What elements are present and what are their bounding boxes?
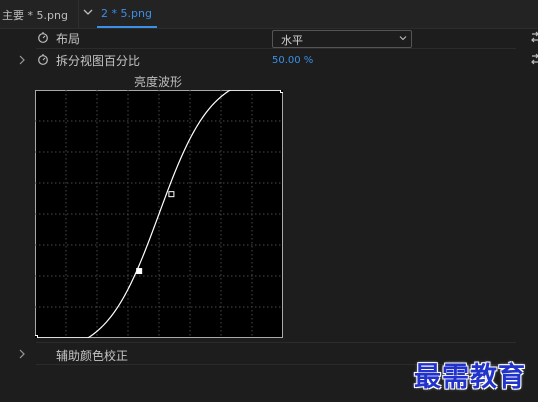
chevron-right-icon[interactable] [18,349,26,359]
tab-divider [78,0,79,28]
reset-icon[interactable] [530,52,538,66]
tab-main[interactable]: 主要 * 5.png [2,7,68,23]
curve-control-point[interactable] [280,90,284,93]
watermark-text: 最需教育 [414,362,526,393]
tab-bar: 主要 * 5.png 2 * 5.png [0,0,538,29]
curve-control-point[interactable] [136,268,143,275]
split-percent-value[interactable]: 50.00 % [272,55,313,66]
layout-select-value: 水平 [281,34,303,47]
layout-select[interactable]: 水平 [272,30,412,48]
layout-label: 布局 [56,32,81,46]
luma-curve-title: 亮度波形 [134,75,183,89]
stopwatch-icon[interactable] [37,31,49,43]
assist-color-label: 辅助颜色校正 [56,349,129,363]
reset-icon[interactable] [530,30,538,44]
chevron-down-icon[interactable] [82,5,94,19]
curve-control-point[interactable] [35,335,38,339]
split-label: 拆分视图百分比 [56,54,141,68]
chevron-right-icon[interactable] [18,55,26,65]
stopwatch-icon[interactable] [37,53,49,65]
tab-active[interactable]: 2 * 5.png [101,7,152,20]
layout-row: 布局 [0,27,538,49]
split-row: 拆分视图百分比 [0,49,538,71]
curve-control-point[interactable] [168,191,175,198]
luma-curve-editor[interactable] [35,90,283,338]
caret-down-icon [399,36,407,41]
